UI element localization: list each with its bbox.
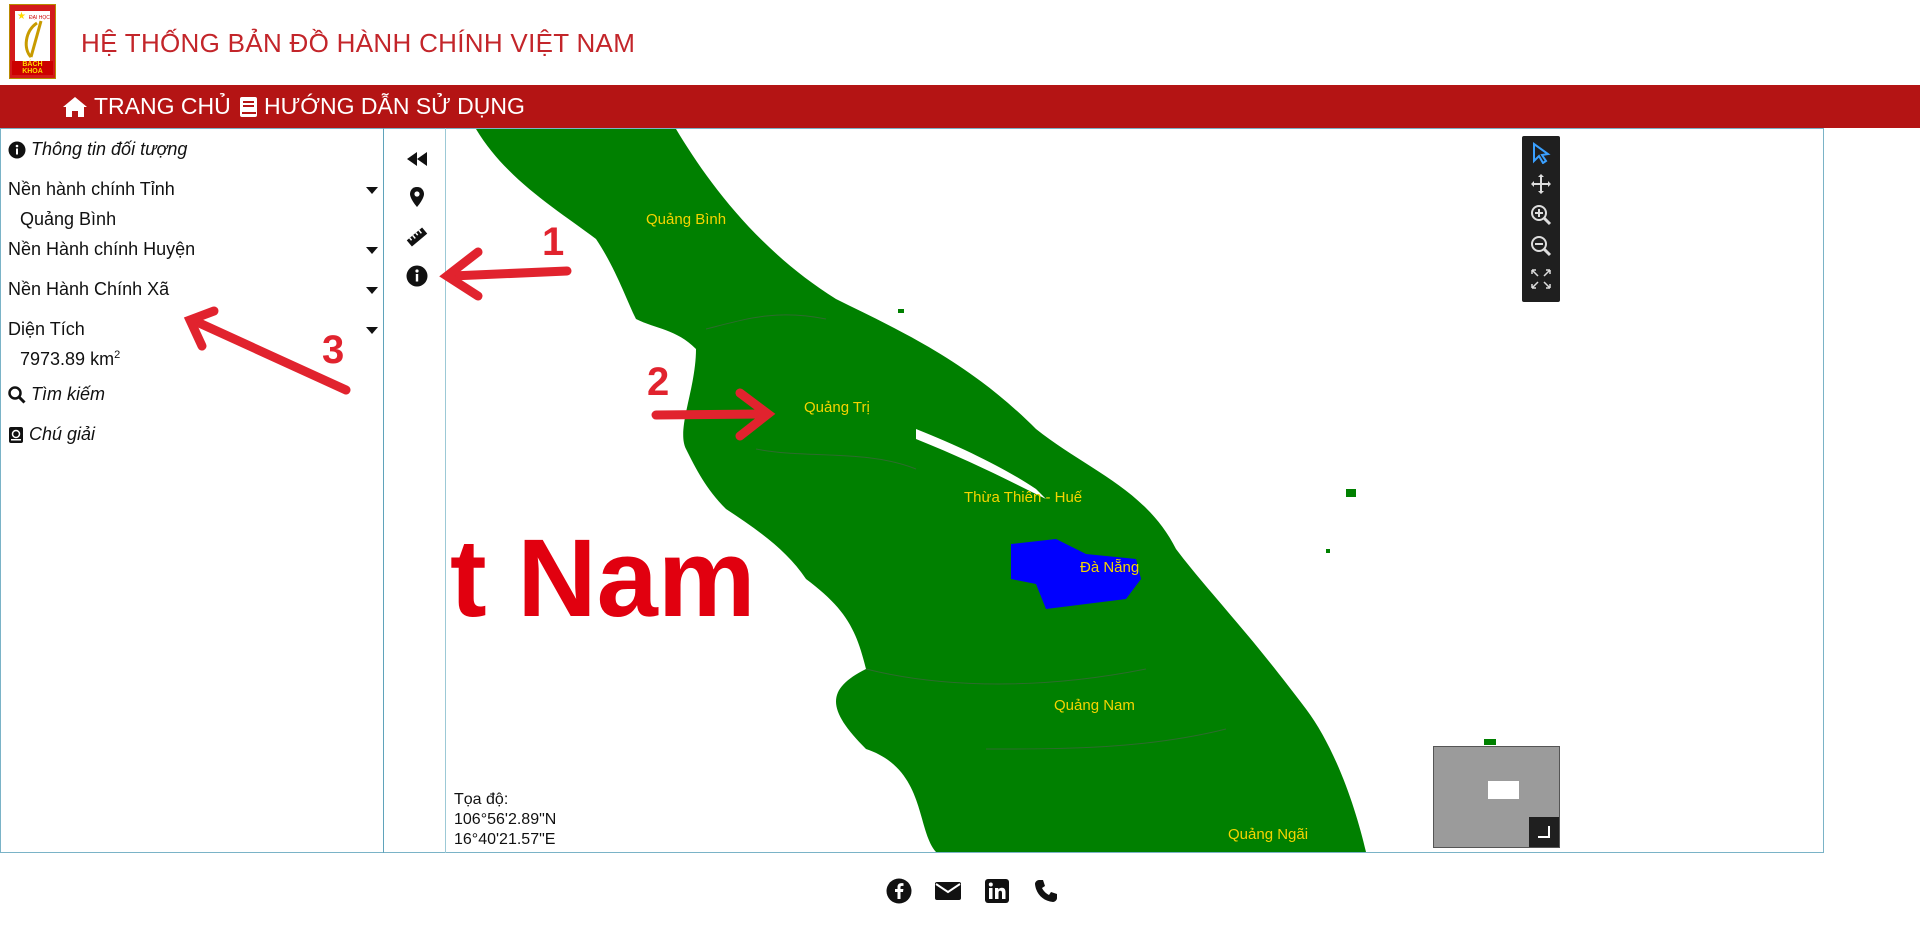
nav-guide-label: HƯỚNG DẪN SỬ DỤNG (264, 93, 525, 119)
label-quang-tri: Quảng Trị (804, 399, 870, 416)
logo-emblem: ★ ĐẠI HỌC (15, 11, 50, 67)
coordinate-latitude: 106°56'2.89"N (454, 811, 557, 828)
annotation-3: 3 (322, 328, 345, 372)
map-canvas[interactable]: Quảng Bình Quảng Trị Thừa Thiên - Huế Đà… (446, 129, 1823, 852)
legend-header[interactable]: Chú giải (8, 424, 95, 445)
university-logo[interactable]: ★ ĐẠI HỌC BÁCH KHOA (9, 4, 56, 79)
district-layer-label: Nền Hành chính Huyện (8, 239, 196, 259)
map-tool-column (384, 128, 446, 853)
label-quang-nam: Quảng Nam (1054, 697, 1135, 714)
map-regions (476, 129, 1496, 852)
map-control-toolbar (1522, 136, 1560, 302)
area-value: 7973.89 km2 (20, 349, 120, 370)
info-tool-icon[interactable] (406, 265, 428, 287)
search-header[interactable]: Tìm kiếm (8, 384, 105, 405)
pointer-icon[interactable] (1529, 141, 1553, 165)
facebook-icon[interactable] (885, 877, 913, 905)
search-label: Tìm kiếm (31, 384, 105, 404)
annotation-1: 1 (542, 220, 565, 264)
pan-icon[interactable] (1529, 172, 1553, 196)
label-quang-ngai: Quảng Ngãi (1228, 826, 1309, 843)
phone-icon[interactable] (1032, 877, 1060, 905)
area-value-number: 7973.89 km (20, 349, 115, 369)
overview-toggle-icon[interactable] (1529, 817, 1559, 847)
zoom-out-icon[interactable] (1529, 234, 1553, 258)
label-quang-binh: Quảng Bình (646, 211, 727, 228)
district-caret-down-icon[interactable] (366, 247, 378, 254)
map-pin-icon[interactable] (406, 186, 428, 208)
overview-map[interactable] (1433, 746, 1560, 848)
mail-icon[interactable] (934, 877, 962, 905)
overview-viewport[interactable] (1488, 781, 1519, 799)
ruler-icon[interactable] (406, 226, 428, 248)
nav-guide-link[interactable]: HƯỚNG DẪN SỬ DỤNG (239, 85, 525, 128)
label-thua-thien-hue: Thừa Thiên - Huế (964, 489, 1083, 506)
land-region (476, 129, 1366, 852)
area-unit-superscript: 2 (114, 349, 121, 361)
object-info-header[interactable]: Thông tin đối tượng (8, 139, 187, 160)
logo-bottom-text: BÁCH KHOA (12, 61, 53, 75)
map-overlay-text: t Nam (450, 517, 756, 640)
province-layer-label: Nền hành chính Tỉnh (8, 179, 175, 199)
main-navbar: TRANG CHỦ HƯỚNG DẪN SỬ DỤNG (0, 85, 1920, 128)
nav-home-label: TRANG CHỦ (94, 93, 231, 119)
book-icon (240, 96, 257, 117)
area-caret-down-icon[interactable] (366, 327, 378, 334)
coordinate-label: Tọa độ: (454, 791, 509, 808)
legend-label: Chú giải (29, 424, 96, 444)
province-caret-down-icon[interactable] (366, 187, 378, 194)
zoom-in-icon[interactable] (1529, 203, 1553, 227)
rewind-icon[interactable] (406, 148, 428, 170)
fullscreen-icon[interactable] (1529, 267, 1553, 291)
header: ★ ĐẠI HỌC BÁCH KHOA HỆ THỐNG BẢN ĐỒ HÀNH… (0, 0, 1920, 85)
area-label: Diện Tích (8, 319, 85, 339)
star-icon: ★ (17, 11, 26, 22)
legend-icon (9, 426, 23, 443)
province-value: Quảng Bình (20, 209, 117, 229)
coordinate-longitude: 16°40'21.57"E (454, 831, 556, 848)
sidebar: Thông tin đối tượng Nền hành chính Tỉnh … (0, 128, 384, 853)
annotation-2: 2 (647, 360, 670, 404)
home-icon (63, 96, 87, 117)
label-da-nang: Đà Nẵng (1080, 559, 1140, 576)
nav-home-link[interactable]: TRANG CHỦ (62, 85, 231, 128)
linkedin-icon[interactable] (983, 877, 1011, 905)
commune-layer-label: Nền Hành Chính Xã (8, 279, 170, 299)
logo-top-text: ĐẠI HỌC (29, 15, 50, 21)
object-info-label: Thông tin đối tượng (31, 139, 188, 159)
site-title: HỆ THỐNG BẢN ĐỒ HÀNH CHÍNH VIỆT NAM (81, 28, 636, 58)
search-icon (8, 385, 26, 404)
info-icon (8, 141, 26, 158)
commune-caret-down-icon[interactable] (366, 287, 378, 294)
